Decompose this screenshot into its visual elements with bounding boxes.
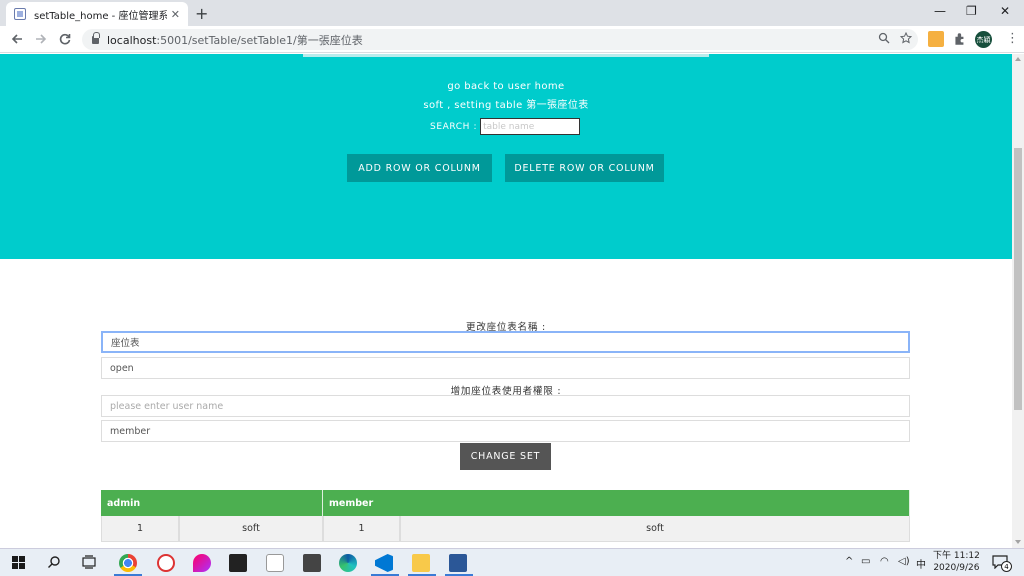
wifi-icon[interactable]: ◠ xyxy=(880,556,889,567)
hero-divider xyxy=(303,54,709,57)
profile-avatar[interactable]: 杰穎 xyxy=(975,31,992,48)
forward-arrow-icon[interactable] xyxy=(34,32,48,46)
table-name-field[interactable]: 座位表 xyxy=(101,331,910,353)
browser-tab-strip: setTable_home - 座位管理系統 ✕ + — ❐ ✕ xyxy=(0,0,1024,26)
tool-app-icon[interactable] xyxy=(266,554,284,572)
volume-icon[interactable]: ◁) xyxy=(898,556,910,567)
user-name-input[interactable] xyxy=(101,395,910,417)
table-status-select[interactable]: open xyxy=(101,357,910,379)
extension-1-icon[interactable] xyxy=(928,31,944,47)
page-favicon-icon xyxy=(14,8,26,20)
battery-icon[interactable]: ▭ xyxy=(861,556,870,567)
scroll-up-arrow-icon[interactable] xyxy=(1015,57,1021,61)
search-icon[interactable] xyxy=(47,555,61,569)
browser-menu-icon[interactable]: ⋮ xyxy=(1006,31,1019,46)
table-cell: soft xyxy=(179,516,323,542)
user-role-select[interactable]: member xyxy=(101,420,910,442)
close-window-button[interactable]: ✕ xyxy=(1000,4,1010,18)
close-tab-icon[interactable]: ✕ xyxy=(171,8,180,21)
zoom-icon[interactable] xyxy=(878,32,890,44)
search-row: SEARCH : xyxy=(430,118,581,135)
bookmark-star-icon[interactable] xyxy=(900,32,912,44)
task-view-icon[interactable] xyxy=(82,555,96,569)
browser-tab[interactable]: setTable_home - 座位管理系統 ✕ xyxy=(6,2,188,26)
sticky-notes-icon[interactable] xyxy=(229,554,247,572)
change-set-button[interactable]: CHANGE SET xyxy=(460,443,551,470)
table-header-member: member xyxy=(323,490,910,516)
windows-start-icon[interactable] xyxy=(12,556,25,569)
word-icon[interactable] xyxy=(449,554,467,572)
notification-count-badge: 4 xyxy=(1001,561,1012,572)
delete-row-or-column-button[interactable]: DELETE ROW OR COLUNM xyxy=(505,154,664,182)
scrollbar-thumb[interactable] xyxy=(1014,148,1022,410)
taskbar-clock[interactable]: 下午 11:12 2020/9/26 xyxy=(933,550,980,574)
reload-icon[interactable] xyxy=(58,32,72,46)
snipping-tool-icon[interactable] xyxy=(157,554,175,572)
browser-toolbar: localhost:5001/setTable/setTable1/第一張座位表 xyxy=(0,26,1024,53)
file-explorer-icon[interactable] xyxy=(412,554,430,572)
scroll-down-arrow-icon[interactable] xyxy=(1015,540,1021,544)
page-subtitle: soft , setting table 第一張座位表 xyxy=(423,100,589,111)
table-header-admin: admin xyxy=(101,490,323,516)
minimize-window-button[interactable]: — xyxy=(934,4,946,18)
edge-icon[interactable] xyxy=(339,554,357,572)
page-viewport: go back to user home soft , setting tabl… xyxy=(0,54,1012,548)
site-info-icon[interactable] xyxy=(92,31,100,44)
table-cell: soft xyxy=(400,516,910,542)
clock-date: 2020/9/26 xyxy=(933,563,980,573)
windows-taskbar: ^ ▭ ◠ ◁) 中 下午 11:12 2020/9/26 4 xyxy=(0,548,1024,576)
back-to-user-home-link[interactable]: go back to user home xyxy=(0,81,1012,92)
table-cell: 1 xyxy=(101,516,179,542)
chrome-icon[interactable] xyxy=(119,554,137,572)
add-row-or-column-button[interactable]: ADD ROW OR COLUNM xyxy=(347,154,492,182)
url-text: localhost:5001/setTable/setTable1/第一張座位表 xyxy=(107,33,363,47)
tab-title: setTable_home - 座位管理系統 xyxy=(34,10,167,22)
back-arrow-icon[interactable] xyxy=(10,32,24,46)
vscode-icon[interactable] xyxy=(375,554,393,572)
address-bar[interactable]: localhost:5001/setTable/setTable1/第一張座位表 xyxy=(82,29,918,50)
new-tab-button[interactable]: + xyxy=(195,4,208,23)
clock-time: 下午 11:12 xyxy=(933,551,980,561)
restore-window-button[interactable]: ❐ xyxy=(966,4,977,18)
hero-section: go back to user home soft , setting tabl… xyxy=(0,54,1012,259)
extensions-puzzle-icon[interactable] xyxy=(952,31,968,47)
table-search-input[interactable] xyxy=(480,118,581,135)
calculator-icon[interactable] xyxy=(303,554,321,572)
search-label: SEARCH : xyxy=(430,121,478,132)
paint-3d-icon[interactable] xyxy=(193,554,211,572)
ime-indicator[interactable]: 中 xyxy=(916,556,926,571)
table-cell: 1 xyxy=(323,516,400,542)
show-hidden-icons-icon[interactable]: ^ xyxy=(845,556,853,567)
